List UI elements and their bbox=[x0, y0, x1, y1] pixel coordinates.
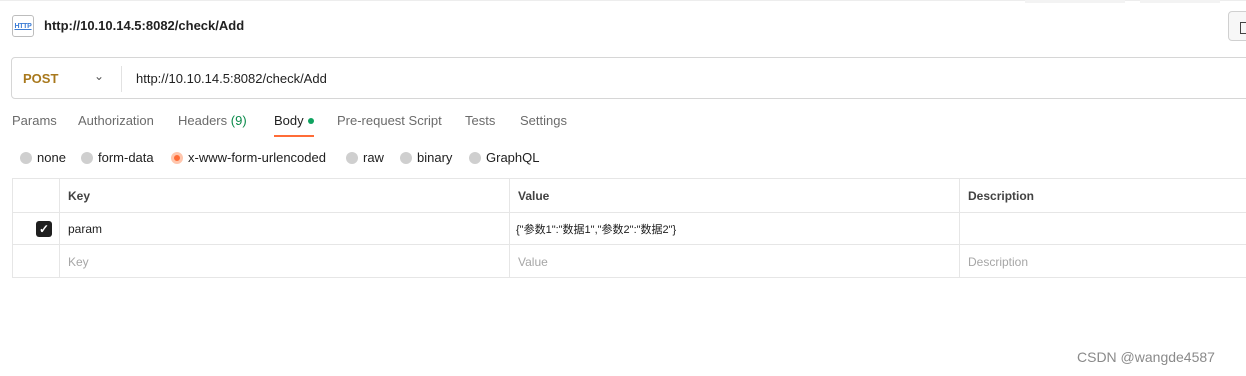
request-title[interactable]: http://10.10.14.5:8082/check/Add bbox=[44, 18, 244, 33]
row-check-cell: ✓ bbox=[13, 213, 59, 244]
radio-form-data[interactable]: form-data bbox=[81, 150, 154, 165]
tab-stub bbox=[1140, 0, 1220, 3]
param-value-cell[interactable]: {"参数1":"数据1","参数2":"数据2"} bbox=[509, 213, 959, 244]
params-table: Key Value Description ✓ param {"参数1":"数据… bbox=[12, 178, 1246, 278]
request-title-row: HTTP http://10.10.14.5:8082/check/Add bbox=[0, 8, 1246, 44]
new-description-input[interactable]: Description bbox=[959, 245, 1246, 278]
url-input[interactable]: http://10.10.14.5:8082/check/Add bbox=[136, 71, 327, 86]
document-icon bbox=[1240, 22, 1246, 34]
row-checkbox[interactable]: ✓ bbox=[36, 221, 52, 237]
tab-authorization[interactable]: Authorization bbox=[78, 113, 154, 128]
radio-graphql[interactable]: GraphQL bbox=[469, 150, 539, 165]
watermark: CSDN @wangde4587 bbox=[1077, 349, 1215, 365]
param-description-cell[interactable] bbox=[959, 213, 1246, 244]
tab-pre-request-script[interactable]: Pre-request Script bbox=[337, 113, 442, 128]
tab-body[interactable]: Body bbox=[274, 113, 314, 128]
radio-binary[interactable]: binary bbox=[400, 150, 452, 165]
radio-circle bbox=[81, 151, 93, 164]
header-check-cell bbox=[13, 179, 59, 212]
tab-headers[interactable]: Headers (9) bbox=[178, 113, 247, 128]
tab-tests[interactable]: Tests bbox=[465, 113, 495, 128]
new-row-check-cell bbox=[13, 245, 59, 278]
radio-x-www-form-urlencoded[interactable]: x-www-form-urlencoded bbox=[171, 150, 326, 165]
active-tab-underline bbox=[274, 135, 314, 137]
table-row-new: Key Value Description bbox=[13, 245, 1246, 278]
header-key: Key bbox=[59, 179, 509, 212]
radio-none[interactable]: none bbox=[20, 150, 66, 165]
radio-raw[interactable]: raw bbox=[346, 150, 384, 165]
tab-stub bbox=[1025, 0, 1125, 3]
radio-circle bbox=[400, 151, 412, 164]
radio-circle bbox=[20, 151, 32, 164]
method-select[interactable]: POST bbox=[23, 71, 58, 86]
documentation-toggle-button[interactable] bbox=[1228, 11, 1246, 41]
tab-settings[interactable]: Settings bbox=[520, 113, 567, 128]
url-bar: POST ⌄ http://10.10.14.5:8082/check/Add bbox=[11, 57, 1246, 99]
table-row: ✓ param {"参数1":"数据1","参数2":"数据2"} bbox=[13, 213, 1246, 245]
radio-circle-selected bbox=[171, 151, 183, 164]
new-key-input[interactable]: Key bbox=[59, 245, 509, 278]
radio-circle bbox=[469, 151, 481, 164]
body-indicator-dot bbox=[307, 117, 314, 124]
divider bbox=[121, 66, 122, 92]
tab-params[interactable]: Params bbox=[12, 113, 57, 128]
new-value-input[interactable]: Value bbox=[509, 245, 959, 278]
param-key-cell[interactable]: param bbox=[59, 213, 509, 244]
chevron-down-icon[interactable]: ⌄ bbox=[94, 69, 104, 83]
radio-circle bbox=[346, 151, 358, 164]
header-value: Value bbox=[509, 179, 959, 212]
table-header-row: Key Value Description bbox=[13, 179, 1246, 213]
headers-count: (9) bbox=[230, 113, 247, 128]
http-icon: HTTP bbox=[12, 15, 34, 37]
header-description: Description bbox=[959, 179, 1246, 212]
